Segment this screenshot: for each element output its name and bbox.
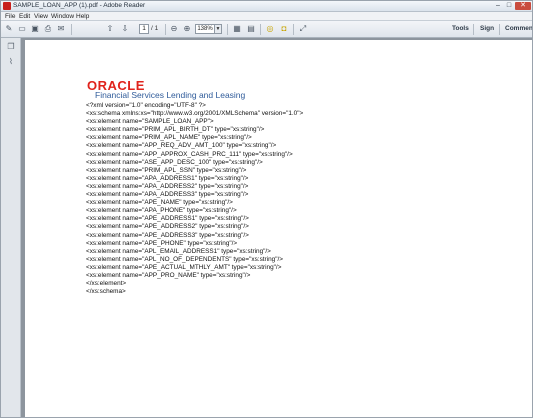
prev-page-icon[interactable]: ⇧ — [105, 24, 115, 34]
toolbar-separator — [293, 24, 294, 35]
xml-line: <xs:element name="PRIM_APL_BIRTH_DT" typ… — [86, 126, 265, 134]
page-number-input[interactable]: 1 — [139, 24, 149, 34]
xml-line: <xs:element name="APA_ADDRESS1" type="xs… — [86, 174, 249, 182]
xml-line: <xs:element name="APL_NO_OF_DEPENDENTS" … — [86, 255, 283, 263]
toolbar-separator — [71, 24, 72, 35]
xml-line: <xs:element name="PRIM_APL_SSN" type="xs… — [86, 166, 247, 174]
xml-line: <xs:element name="APE_ADDRESS1" type="xs… — [86, 215, 249, 223]
xml-line: <xs:element name="APE_ADDRESS2" type="xs… — [86, 223, 249, 231]
comment-icon[interactable]: ◎ — [265, 24, 275, 34]
fit-width-icon[interactable]: ▤ — [246, 24, 256, 34]
tools-button[interactable]: Tools — [452, 24, 469, 34]
menu-bar: File Edit View Window Help — [1, 12, 532, 21]
create-icon[interactable]: ✎ — [4, 24, 14, 34]
xml-line: <xs:element name="APE_ACTUAL_MTHLY_AMT" … — [86, 263, 282, 271]
sign-button[interactable]: Sign — [480, 24, 494, 34]
xml-line: <xs:element name="APP_APPROX_CASH_PRC_11… — [86, 150, 293, 158]
xml-line: </xs:element> — [86, 280, 127, 288]
highlight-icon[interactable]: ◘ — [279, 24, 289, 34]
page-total: / 1 — [151, 25, 159, 32]
fit-page-icon[interactable]: ▦ — [232, 24, 242, 34]
minimize-button[interactable]: – — [493, 2, 503, 10]
menu-window[interactable]: Window — [51, 12, 74, 21]
expand-icon[interactable]: ⤢ — [298, 24, 308, 34]
xml-line: <?xml version="1.0" encoding="UTF-8" ?> — [86, 102, 206, 109]
email-icon[interactable]: ✉ — [56, 24, 66, 34]
xml-line: <xs:schema xmlns:xs="http://www.w3.org/2… — [86, 110, 304, 118]
comment-button[interactable]: Comment — [505, 24, 532, 34]
pages-icon[interactable]: ❐ — [6, 42, 16, 52]
document-area[interactable]: ORACLE Financial Services Lending and Le… — [21, 38, 532, 417]
print-icon[interactable]: ⎙ — [43, 24, 53, 34]
maximize-button[interactable]: □ — [504, 2, 514, 10]
xml-line: </xs:schema> — [86, 288, 126, 296]
toolbar-separator — [260, 24, 261, 35]
save-icon[interactable]: ▣ — [30, 24, 40, 34]
adobe-reader-icon — [3, 2, 11, 10]
product-name: Financial Services Lending and Leasing — [95, 90, 246, 100]
menu-help[interactable]: Help — [76, 12, 89, 21]
zoom-in-icon[interactable]: ⊕ — [182, 24, 192, 34]
toolbar: ✎ ▭ ▣ ⎙ ✉ ⇧ ⇩ 1 / 1 ⊖ ⊕ 138% ▼ ▦ ▤ ◎ ◘ ⤢… — [1, 21, 532, 38]
window-title: SAMPLE_LOAN_APP (1).pdf - Adobe Reader — [13, 2, 146, 9]
xml-line: <xs:element name="APP_PRO_NAME" type="xs… — [86, 271, 251, 279]
xml-line: <xs:element name="ASE_APP_DESC_100" type… — [86, 158, 263, 166]
toolbar-separator — [227, 24, 228, 35]
app-window: SAMPLE_LOAN_APP (1).pdf - Adobe Reader –… — [0, 0, 533, 418]
chevron-down-icon[interactable]: ▼ — [215, 24, 222, 34]
attachments-icon[interactable]: ⌇ — [6, 57, 16, 67]
menu-edit[interactable]: Edit — [19, 12, 30, 21]
next-page-icon[interactable]: ⇩ — [120, 24, 130, 34]
xml-line: <xs:element name="APE_ADDRESS3" type="xs… — [86, 231, 249, 239]
xml-line: <xs:element name="APE_PHONE" type="xs:st… — [86, 239, 238, 247]
xml-line: <xs:element name="PRIM_APL_NAME" type="x… — [86, 134, 252, 142]
toolbar-separator — [473, 24, 474, 35]
xml-line: <xs:element name="APL_EMAIL_ADDRESS1" ty… — [86, 247, 271, 255]
toolbar-separator — [499, 24, 500, 35]
zoom-out-icon[interactable]: ⊖ — [169, 24, 179, 34]
xml-line: <xs:element name="APA_ADDRESS3" type="xs… — [86, 191, 249, 199]
zoom-level-input[interactable]: 138% — [195, 24, 215, 34]
xml-line: <xs:element name="APA_ADDRESS2" type="xs… — [86, 182, 249, 190]
xml-line: <xs:element name="APE_NAME" type="xs:str… — [86, 199, 233, 207]
xml-line: <xs:element name="APA_PHONE" type="xs:st… — [86, 207, 237, 215]
xml-content: <?xml version="1.0" encoding="UTF-8" ?> … — [86, 102, 303, 296]
xml-line: <xs:element name="APP_REQ_ADV_AMT_100" t… — [86, 142, 277, 150]
close-button[interactable]: ✕ — [515, 2, 531, 10]
menu-view[interactable]: View — [34, 12, 48, 21]
open-icon[interactable]: ▭ — [17, 24, 27, 34]
navigation-pane: ❐ ⌇ — [1, 38, 21, 417]
xml-line: <xs:element name="SAMPLE_LOAN_APP"> — [86, 118, 214, 126]
title-bar: SAMPLE_LOAN_APP (1).pdf - Adobe Reader –… — [1, 1, 532, 12]
toolbar-separator — [165, 24, 166, 35]
pdf-page: ORACLE Financial Services Lending and Le… — [25, 40, 532, 417]
menu-file[interactable]: File — [5, 12, 15, 21]
